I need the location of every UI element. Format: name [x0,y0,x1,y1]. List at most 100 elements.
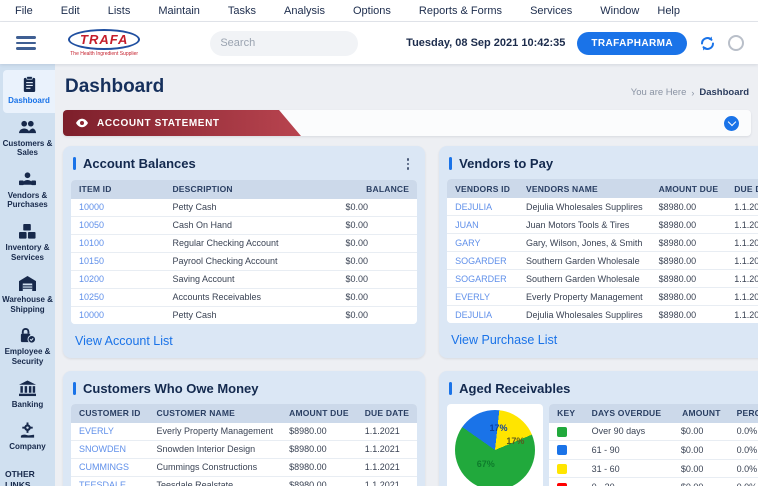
cell-id[interactable]: SOGARDER [447,252,518,270]
table-row: Over 90 days$0.000.0% [549,423,758,441]
sidebar-item-banking[interactable]: Banking [0,374,55,417]
cell-id[interactable]: CUMMINGS [71,458,149,476]
menu-lists-label: Lists [108,5,131,17]
menu-maintain[interactable]: Maintain [149,0,219,21]
panel-title: Aged Receivables [449,381,570,396]
col-header-percent: PERCENT [729,404,758,423]
breadcrumb-current[interactable]: Dashboard [699,87,749,98]
cell-due: 1.1.2021 [726,288,758,306]
sidebar-item-inventory-services[interactable]: Inventory & Services [0,217,55,269]
kebab-menu-icon[interactable] [401,156,416,172]
sidebar-label: Company [9,442,45,452]
table-row: 31 - 60$0.000.0% [549,459,758,478]
cell-range: 31 - 60 [584,459,673,478]
sidebar-item-employee-security[interactable]: Employee & Security [0,321,55,373]
cell-id[interactable]: DEJULIA [447,306,518,324]
table-row: GARYGary, Wilson, Jones, & Smith$8980.00… [447,234,758,252]
cell-id[interactable]: SOGARDER [447,270,518,288]
cell-id[interactable]: EVERLY [447,288,518,306]
col-header-customer-id: CUSTOMER ID [71,404,149,423]
view-account-list-link[interactable]: View Account List [71,324,417,356]
cell-balance: $0.00 [338,306,418,324]
cell-id[interactable]: 10000 [71,199,164,217]
cell-key [549,441,583,460]
cell-id[interactable]: 10000 [71,306,164,324]
menu-services[interactable]: Services [521,0,591,21]
cell-id[interactable]: 10050 [71,216,164,234]
menu-help[interactable]: Help [648,0,689,21]
table-row: EVERLYEverly Property Management$8980.00… [447,288,758,306]
refresh-icon[interactable] [699,35,716,52]
cell-id[interactable]: JUAN [447,216,518,234]
col-header-customer-name: CUSTOMER NAME [149,404,282,423]
col-header-amount: AMOUNT [673,404,729,423]
page-title: Dashboard [65,76,164,98]
cell-id[interactable]: 10100 [71,234,164,252]
cell-due: 1.1.2021 [357,440,417,458]
menu-lists[interactable]: Lists [99,0,150,21]
cell-id[interactable]: DEJULIA [447,198,518,216]
menu-window-label: Window [600,5,639,17]
table-row: 10200Saving Account$0.00 [71,270,417,288]
cell-id[interactable]: 10150 [71,252,164,270]
key-color-swatch [557,427,567,437]
menu-options[interactable]: Options [344,0,410,21]
menu-edit[interactable]: Edit [52,0,99,21]
pie-segment-label: 17% [506,436,524,446]
cell-due: 1.1.2021 [357,476,417,486]
company-button[interactable]: TRAFAPHARMA [577,32,687,55]
panel-vendors-to-pay: Vendors to Pay VENDORS ID VENDORS NAME A… [439,146,758,358]
cell-amount: $8980.00 [651,234,727,252]
menu-services-label: Services [530,5,572,17]
menu-tasks[interactable]: Tasks [219,0,275,21]
col-header-due-date: DUE DATE [726,179,758,198]
cell-name: Snowden Interior Design [149,440,282,458]
other-links-heading: OTHER LINKS [0,459,55,486]
sidebar-item-customers-sales[interactable]: Customers & Sales [0,113,55,165]
sidebar-label: Employee & Security [2,347,53,366]
account-statement-bar: ACCOUNT STATEMENT [63,110,751,136]
cell-id[interactable]: 10250 [71,288,164,306]
menu-window[interactable]: Window [591,0,648,21]
cell-id[interactable]: 10200 [71,270,164,288]
aged-receivables-table: KEY DAYS OVERDUE AMOUNT PERCENT Over 90 … [549,404,758,486]
status-ring-icon[interactable] [728,35,744,51]
sidebar-item-vendors-purchases[interactable]: Vendors & Purchases [0,165,55,217]
cell-amount: $8980.00 [651,216,727,234]
cell-amount: $8980.00 [281,440,357,458]
view-purchase-list-link[interactable]: View Purchase List [447,323,758,355]
app-window: File Edit Lists Maintain Tasks Analysis … [0,0,758,486]
cell-id[interactable]: EVERLY [71,423,149,441]
cell-percent: 0.0% [729,478,758,486]
hamburger-menu-icon[interactable] [16,33,36,53]
dashboard-icon [20,76,39,93]
search-box[interactable] [210,31,358,56]
table-row: 10000Petty Cash$0.00 [71,199,417,217]
vendors-icon [18,171,37,188]
cell-id[interactable]: SNOWDEN [71,440,149,458]
account-balances-table: ITEM ID DESCRIPTION BALANCE 10000Petty C… [71,180,417,324]
panel-account-balances: Account Balances ITEM ID DESCRIPTION BAL… [63,146,425,358]
pie-segment-label: 17% [490,423,508,433]
key-color-swatch [557,464,567,474]
cell-id[interactable]: TEESDALE [71,476,149,486]
sidebar-item-company[interactable]: Company [0,416,55,459]
menu-analysis[interactable]: Analysis [275,0,344,21]
collapse-chevron-button[interactable] [724,116,739,131]
cell-id[interactable]: GARY [447,234,518,252]
customers-owe-table: CUSTOMER ID CUSTOMER NAME AMOUNT DUE DUE… [71,404,417,486]
menu-reports-forms[interactable]: Reports & Forms [410,0,521,21]
menu-file[interactable]: File [6,0,52,21]
sidebar-label: Warehouse & Shipping [2,295,53,314]
cell-due: 1.1.2021 [726,270,758,288]
bank-icon [18,380,37,397]
eye-icon [75,118,89,128]
col-header-balance: BALANCE [338,180,418,199]
sidebar-item-warehouse-shipping[interactable]: Warehouse & Shipping [0,269,55,321]
cell-name: Everly Property Management [518,288,651,306]
search-input[interactable] [220,37,362,49]
cell-desc: Saving Account [164,270,337,288]
sidebar-item-dashboard[interactable]: Dashboard [3,70,55,113]
cell-balance: $0.00 [338,234,418,252]
cell-key [549,459,583,478]
